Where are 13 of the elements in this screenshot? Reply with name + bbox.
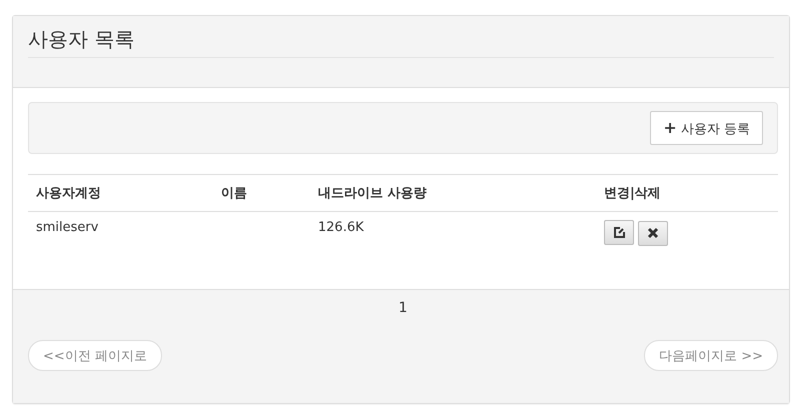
column-header: 변경|삭제 bbox=[604, 186, 661, 201]
delete-button[interactable] bbox=[638, 220, 668, 246]
column-header: 이름 bbox=[221, 186, 247, 201]
table-cell: 126.6K bbox=[318, 220, 364, 235]
edit-button[interactable] bbox=[604, 220, 634, 245]
table-cell: smileserv bbox=[36, 220, 98, 235]
column-header: 사용자계정 bbox=[36, 186, 101, 201]
edit-icon bbox=[612, 226, 626, 239]
close-icon bbox=[647, 227, 659, 239]
panel-title: 사용자 목록 bbox=[28, 26, 774, 58]
page-number[interactable]: 1 bbox=[398, 300, 408, 316]
column-header: 내드라이브 사용량 bbox=[318, 186, 427, 201]
add-user-button[interactable]: + 사용자 등록 bbox=[650, 111, 763, 145]
